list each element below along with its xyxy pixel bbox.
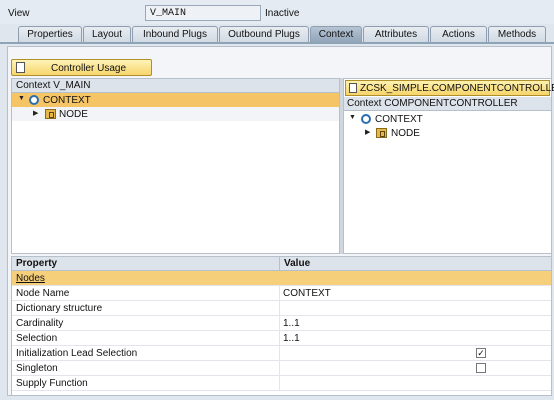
- expand-down-icon[interactable]: ▼: [349, 114, 356, 121]
- column-separator: [279, 316, 280, 331]
- initialization-lead-selection-checkbox[interactable]: ✓: [476, 348, 486, 358]
- expand-right-icon[interactable]: ▶: [365, 128, 370, 136]
- tab-properties[interactable]: Properties: [18, 26, 82, 43]
- tree-node-label: NODE: [391, 128, 420, 139]
- column-separator: [279, 346, 280, 361]
- node-folder-icon: [45, 109, 56, 119]
- tab-attributes[interactable]: Attributes: [363, 26, 429, 43]
- expand-right-icon[interactable]: ▶: [33, 109, 38, 117]
- tree-node-label: CONTEXT: [375, 114, 423, 125]
- property-key: Cardinality: [16, 318, 64, 329]
- tab-layout[interactable]: Layout: [83, 26, 131, 43]
- column-separator: [279, 257, 280, 271]
- property-row[interactable]: Dictionary structure: [12, 301, 551, 316]
- component-controller-button[interactable]: ZCSK_SIMPLE.COMPONENTCONTROLLER: [345, 80, 554, 96]
- property-value: CONTEXT: [283, 288, 331, 299]
- tree-node-label: CONTEXT: [43, 95, 91, 106]
- context-root-icon: [29, 95, 39, 105]
- tab-context[interactable]: Context: [310, 26, 362, 43]
- column-separator: [279, 301, 280, 316]
- properties-header: Property Value: [12, 257, 551, 271]
- properties-table: Property Value Nodes Node Name CONTEXT D…: [11, 256, 552, 396]
- tab-strip: Properties Layout Inbound Plugs Outbound…: [0, 26, 554, 43]
- property-key: Selection: [16, 333, 58, 344]
- tab-underline: [0, 42, 554, 44]
- property-value: 1..1: [283, 333, 300, 344]
- column-separator: [279, 286, 280, 301]
- document-icon: [349, 83, 357, 93]
- view-status: Inactive: [265, 8, 300, 19]
- group-row-nodes[interactable]: Nodes: [12, 271, 551, 286]
- view-context-title: Context V_MAIN: [12, 79, 339, 93]
- property-value: 1..1: [283, 318, 300, 329]
- property-key: Dictionary structure: [16, 303, 103, 314]
- view-context-panel: Context V_MAIN ▼ CONTEXT ▶ NODE: [11, 78, 340, 254]
- view-label: View: [8, 8, 30, 19]
- property-row[interactable]: Initialization Lead Selection ✓: [12, 346, 551, 361]
- controller-usage-label: Controller Usage: [50, 63, 127, 74]
- property-row[interactable]: Node Name CONTEXT: [12, 286, 551, 301]
- group-label: Nodes: [16, 273, 45, 284]
- column-separator: [279, 361, 280, 376]
- tree-node-context[interactable]: ▼ CONTEXT: [344, 112, 551, 126]
- property-row[interactable]: Selection 1..1: [12, 331, 551, 346]
- column-header-property: Property: [16, 258, 58, 269]
- property-row[interactable]: Cardinality 1..1: [12, 316, 551, 331]
- property-row[interactable]: Singleton: [12, 361, 551, 376]
- view-header: View V_MAIN Inactive: [0, 0, 554, 24]
- component-controller-label: ZCSK_SIMPLE.COMPONENTCONTROLLER: [360, 83, 554, 94]
- tab-outbound-plugs[interactable]: Outbound Plugs: [219, 26, 309, 43]
- tree-node-context[interactable]: ▼ CONTEXT: [12, 93, 339, 107]
- tree-node-node[interactable]: ▶ NODE: [344, 126, 551, 140]
- tab-inbound-plugs[interactable]: Inbound Plugs: [132, 26, 218, 43]
- node-folder-icon: [376, 128, 387, 138]
- expand-down-icon[interactable]: ▼: [18, 95, 25, 102]
- component-context-panel: ZCSK_SIMPLE.COMPONENTCONTROLLER Context …: [343, 78, 554, 254]
- property-key: Singleton: [16, 363, 58, 374]
- property-key: Initialization Lead Selection: [16, 348, 138, 359]
- property-key: Supply Function: [16, 378, 88, 389]
- column-separator: [279, 376, 280, 391]
- property-key: Node Name: [16, 288, 70, 299]
- singleton-checkbox[interactable]: [476, 363, 486, 373]
- context-root-icon: [361, 114, 371, 124]
- component-context-tree: ▼ CONTEXT ▶ NODE: [344, 112, 551, 140]
- tab-actions[interactable]: Actions: [430, 26, 487, 43]
- property-row[interactable]: Supply Function: [12, 376, 551, 391]
- column-separator: [279, 331, 280, 346]
- component-context-title: Context COMPONENTCONTROLLER: [344, 97, 551, 111]
- column-header-value: Value: [284, 258, 311, 269]
- document-icon: [16, 62, 25, 73]
- tree-node-node[interactable]: ▶ NODE: [12, 107, 339, 121]
- tab-methods[interactable]: Methods: [488, 26, 546, 43]
- view-name-field[interactable]: V_MAIN: [145, 5, 261, 21]
- controller-usage-button[interactable]: Controller Usage: [11, 59, 152, 76]
- tree-node-label: NODE: [59, 109, 88, 120]
